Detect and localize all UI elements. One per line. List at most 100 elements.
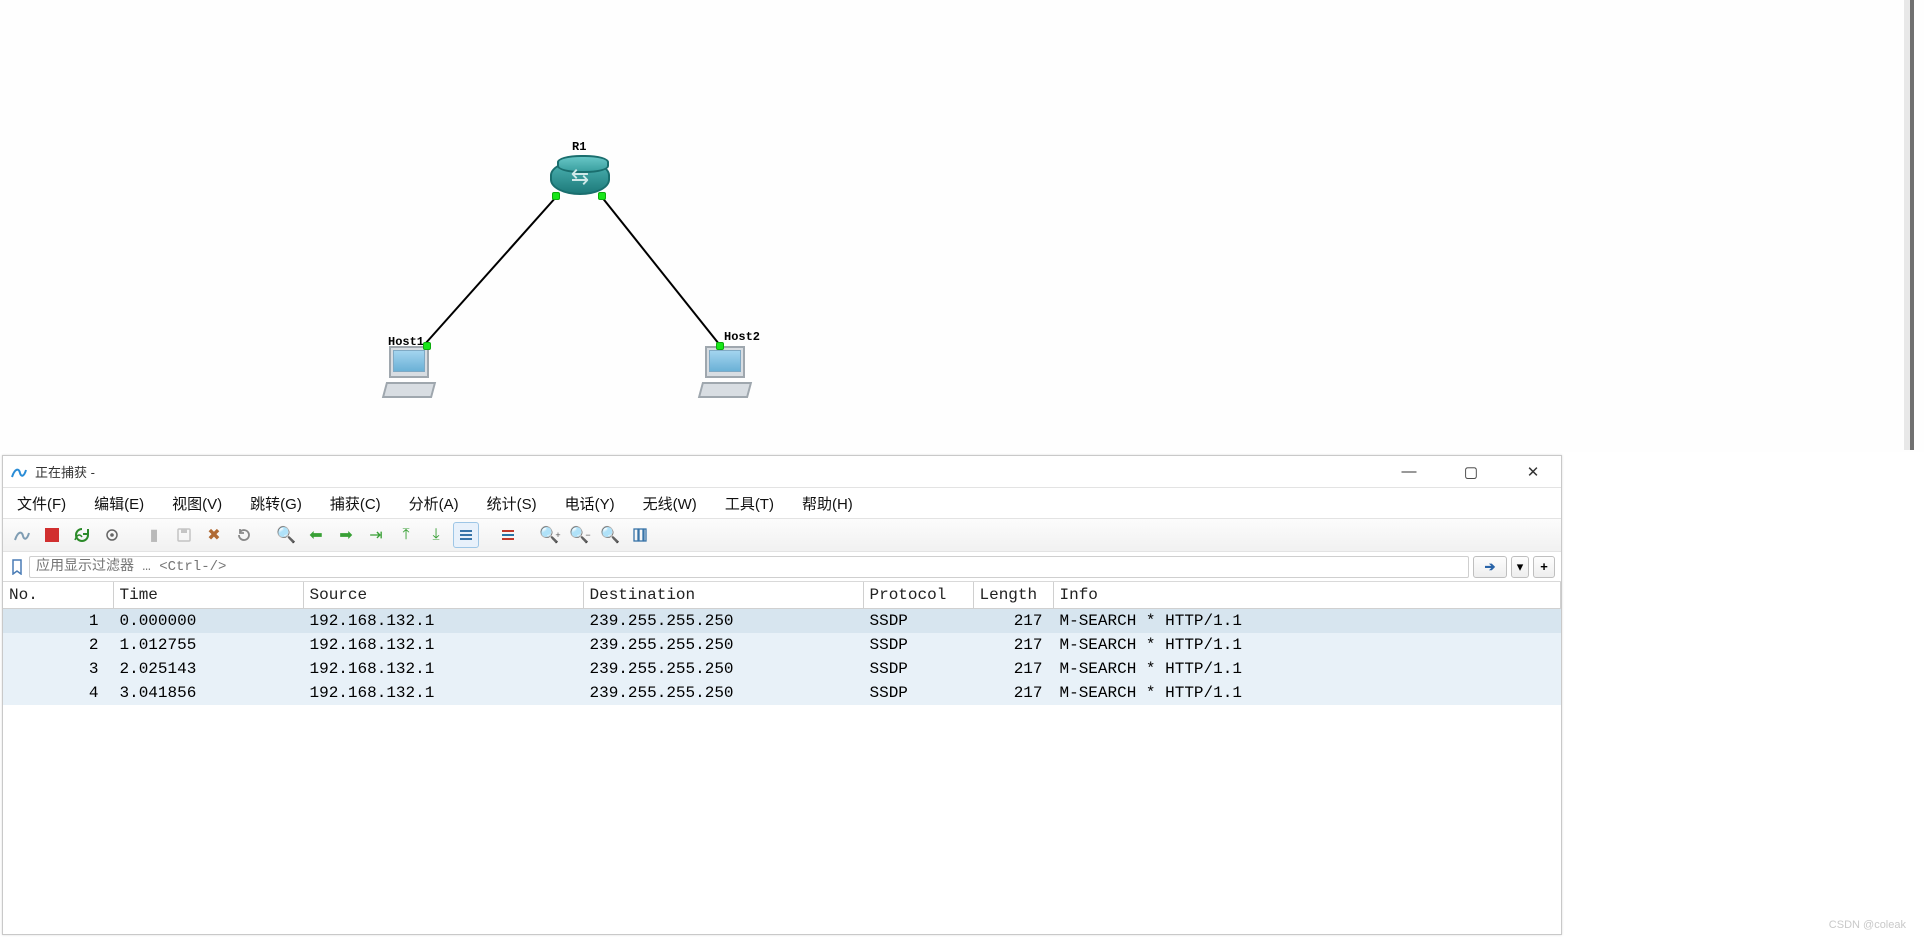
cell-time: 0.000000 [113, 609, 303, 634]
cell-destination: 239.255.255.250 [583, 681, 863, 705]
col-header-info[interactable]: Info [1053, 582, 1561, 609]
cell-source: 192.168.132.1 [303, 657, 583, 681]
col-header-time[interactable]: Time [113, 582, 303, 609]
capture-options-button[interactable] [99, 522, 125, 548]
cell-destination: 239.255.255.250 [583, 609, 863, 634]
packet-row[interactable]: 32.025143192.168.132.1239.255.255.250SSD… [3, 657, 1561, 681]
col-header-proto[interactable]: Protocol [863, 582, 973, 609]
packet-list-header[interactable]: No. Time Source Destination Protocol Len… [3, 582, 1561, 609]
cell-no: 3 [3, 657, 113, 681]
cell-protocol: SSDP [863, 657, 973, 681]
col-header-source[interactable]: Source [303, 582, 583, 609]
cell-source: 192.168.132.1 [303, 609, 583, 634]
pc-base-icon [382, 382, 436, 398]
pc-screen-icon [709, 350, 741, 372]
cell-protocol: SSDP [863, 633, 973, 657]
router-icon: ⇆ [552, 162, 608, 193]
auto-scroll-button[interactable] [453, 522, 479, 548]
open-file-button[interactable]: ▮ [141, 522, 167, 548]
close-button[interactable]: ✕ [1513, 463, 1553, 481]
menu-item-0[interactable]: 文件(F) [17, 493, 66, 514]
go-forward-button[interactable]: ➡ [333, 522, 359, 548]
maximize-button[interactable]: ▢ [1451, 463, 1491, 481]
cell-info: M-SEARCH * HTTP/1.1 [1053, 681, 1561, 705]
menu-item-4[interactable]: 捕获(C) [330, 493, 381, 514]
zoom-out-button[interactable]: 🔍− [567, 522, 593, 548]
topology-links [0, 0, 1924, 452]
cell-source: 192.168.132.1 [303, 633, 583, 657]
menu-item-3[interactable]: 跳转(G) [250, 493, 302, 514]
cell-time: 3.041856 [113, 681, 303, 705]
col-header-dest[interactable]: Destination [583, 582, 863, 609]
menubar: 文件(F) 编辑(E) 视图(V) 跳转(G) 捕获(C) 分析(A) 统计(S) 电话(Y)… [3, 488, 1561, 518]
go-to-packet-button[interactable]: ⇥ [363, 522, 389, 548]
packet-row[interactable]: 10.000000192.168.132.1239.255.255.250SSD… [3, 609, 1561, 634]
colorize-button[interactable] [495, 522, 521, 548]
cell-no: 2 [3, 633, 113, 657]
port-dot [598, 192, 606, 200]
go-first-button[interactable]: ⤒ [393, 522, 419, 548]
add-filter-button[interactable]: + [1533, 556, 1555, 578]
menu-item-6[interactable]: 统计(S) [487, 493, 537, 514]
col-header-length[interactable]: Length [973, 582, 1053, 609]
network-topology-canvas[interactable]: R1 ⇆ Host1 Host2 [0, 0, 1924, 452]
host2-node[interactable] [700, 346, 750, 398]
menu-item-8[interactable]: 无线(W) [643, 493, 697, 514]
cell-info: M-SEARCH * HTTP/1.1 [1053, 657, 1561, 681]
cell-no: 4 [3, 681, 113, 705]
cell-info: M-SEARCH * HTTP/1.1 [1053, 609, 1561, 634]
toolbar: ▮ ✖ 🔍 ⬅ ➡ ⇥ ⤒ ⤓ 🔍+ 🔍− 🔍 [3, 518, 1561, 552]
start-capture-icon[interactable] [9, 522, 35, 548]
port-dot [423, 342, 431, 350]
zoom-in-button[interactable]: 🔍+ [537, 522, 563, 548]
menu-item-1[interactable]: 编辑(E) [94, 493, 144, 514]
pc-base-icon [698, 382, 752, 398]
router-r1[interactable]: ⇆ [550, 160, 610, 195]
menu-item-10[interactable]: 帮助(H) [802, 493, 853, 514]
go-last-button[interactable]: ⤓ [423, 522, 449, 548]
cell-destination: 239.255.255.250 [583, 633, 863, 657]
minimize-button[interactable]: — [1389, 463, 1429, 481]
zoom-reset-button[interactable]: 🔍 [597, 522, 623, 548]
packet-list[interactable]: No. Time Source Destination Protocol Len… [3, 582, 1561, 705]
menu-item-2[interactable]: 视图(V) [172, 493, 222, 514]
restart-capture-button[interactable] [69, 522, 95, 548]
cell-length: 217 [973, 657, 1053, 681]
resize-columns-button[interactable] [627, 522, 653, 548]
cell-info: M-SEARCH * HTTP/1.1 [1053, 633, 1561, 657]
host1-node[interactable] [384, 346, 434, 398]
watermark-text: CSDN @coleak [1829, 919, 1906, 931]
cell-source: 192.168.132.1 [303, 681, 583, 705]
wireshark-icon [11, 464, 27, 480]
port-dot [552, 192, 560, 200]
menu-item-7[interactable]: 电话(Y) [565, 493, 615, 514]
col-header-no[interactable]: No. [3, 582, 113, 609]
close-file-button[interactable]: ✖ [201, 522, 227, 548]
packet-row[interactable]: 43.041856192.168.132.1239.255.255.250SSD… [3, 681, 1561, 705]
cell-protocol: SSDP [863, 609, 973, 634]
stop-capture-button[interactable] [39, 522, 65, 548]
cell-time: 1.012755 [113, 633, 303, 657]
cell-length: 217 [973, 633, 1053, 657]
menu-item-9[interactable]: 工具(T) [725, 493, 774, 514]
cell-length: 217 [973, 681, 1053, 705]
packet-row[interactable]: 21.012755192.168.132.1239.255.255.250SSD… [3, 633, 1561, 657]
save-file-button[interactable] [171, 522, 197, 548]
apply-filter-button[interactable]: ➔ [1473, 556, 1507, 578]
bookmark-icon[interactable] [9, 559, 25, 575]
go-back-button[interactable]: ⬅ [303, 522, 329, 548]
titlebar[interactable]: 正在捕获 - — ▢ ✕ [3, 456, 1561, 488]
menu-item-5[interactable]: 分析(A) [409, 493, 459, 514]
find-packet-button[interactable]: 🔍 [273, 522, 299, 548]
window-title: 正在捕获 - [35, 462, 1389, 481]
pane-splitter[interactable] [1910, 0, 1914, 450]
pc-screen-icon [393, 350, 425, 372]
reload-button[interactable] [231, 522, 257, 548]
filter-history-dropdown[interactable]: ▾ [1511, 556, 1529, 578]
cell-protocol: SSDP [863, 681, 973, 705]
display-filter-input[interactable] [29, 556, 1469, 578]
router-label: R1 [572, 140, 586, 154]
display-filter-bar: ➔ ▾ + [3, 552, 1561, 582]
cell-length: 217 [973, 609, 1053, 634]
host2-label: Host2 [724, 330, 760, 344]
